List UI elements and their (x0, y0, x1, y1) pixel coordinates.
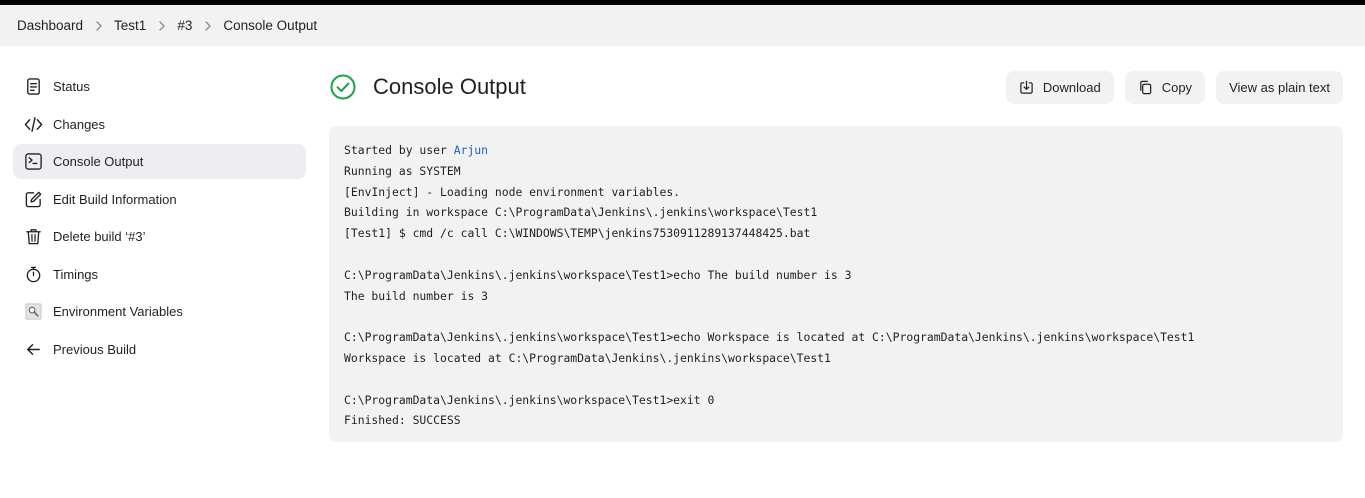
sidebar-item-label: Console Output (53, 154, 144, 169)
sidebar-item-status[interactable]: Status (13, 69, 306, 104)
copy-label: Copy (1161, 79, 1193, 95)
console-line: The build number is 3 (344, 288, 489, 303)
page-title: Console Output (373, 74, 526, 99)
sidebar-item-label: Edit Build Information (53, 191, 177, 207)
console-line: C:\ProgramData\Jenkins\.jenkins\workspac… (344, 330, 1195, 345)
code-icon (23, 114, 43, 134)
sidebar-item-changes[interactable]: Changes (13, 107, 306, 142)
console-line: C:\ProgramData\Jenkins\.jenkins\workspac… (344, 392, 715, 407)
magnifier-icon (23, 302, 43, 322)
console-line: [Test1] $ cmd /c call C:\WINDOWS\TEMP\je… (344, 226, 811, 241)
console-line: C:\ProgramData\Jenkins\.jenkins\workspac… (344, 267, 852, 282)
sidebar-item-label: Status (53, 79, 90, 94)
sidebar: Status Changes Console Output Edit Build… (13, 69, 306, 369)
console-output[interactable]: Started by user Arjun Running as SYSTEM … (329, 126, 1343, 442)
console-line: Building in workspace C:\ProgramData\Jen… (344, 205, 818, 220)
trash-icon (23, 227, 43, 247)
download-icon (1020, 80, 1033, 94)
breadcrumb-dashboard[interactable]: Dashboard (17, 18, 83, 33)
chevron-right-icon (83, 18, 114, 34)
sidebar-item-label: Environment Variables (53, 304, 183, 319)
chevron-right-icon (146, 18, 177, 34)
download-button[interactable]: Download (1005, 70, 1114, 104)
sidebar-item-label: Previous Build (53, 341, 137, 357)
console-line: Workspace is located at C:\ProgramData\J… (344, 350, 831, 365)
console-line: [EnvInject] - Loading node environment v… (344, 184, 681, 199)
sidebar-item-console-output[interactable]: Console Output (13, 144, 306, 179)
copy-icon (1139, 80, 1151, 94)
sidebar-item-timings[interactable]: Timings (13, 257, 306, 292)
sidebar-item-label: Timings (53, 266, 99, 282)
stopwatch-icon (23, 264, 43, 284)
console-line: Running as SYSTEM (344, 163, 461, 178)
arrow-left-icon (23, 339, 43, 359)
breadcrumb: Dashboard Test1 #3 Console Output (0, 5, 1365, 46)
download-label: Download (1042, 79, 1101, 95)
breadcrumb-job[interactable]: Test1 (114, 18, 146, 33)
console-line: Finished: SUCCESS (344, 413, 461, 428)
terminal-icon (23, 152, 43, 172)
chevron-right-icon (192, 18, 223, 34)
console-line: Started by user Arjun (344, 140, 1328, 161)
header-actions: Download Copy View as plain text (1005, 70, 1343, 104)
sidebar-item-environment-variables[interactable]: Environment Variables (13, 294, 306, 329)
breadcrumb-console-output[interactable]: Console Output (223, 18, 317, 33)
console-started-prefix: Started by user (344, 143, 454, 157)
success-check-icon (329, 73, 357, 101)
copy-button[interactable]: Copy (1124, 70, 1206, 104)
view-plain-text-label: View as plain text (1229, 79, 1330, 95)
sidebar-item-delete-build[interactable]: Delete build ‘#3’ (13, 219, 306, 254)
page-header: Console Output Download Copy View as pla… (329, 70, 1343, 104)
sidebar-item-label: Delete build ‘#3’ (53, 229, 146, 244)
breadcrumb-build[interactable]: #3 (177, 18, 192, 33)
view-plain-text-button[interactable]: View as plain text (1216, 70, 1343, 104)
status-icon (23, 77, 43, 97)
sidebar-item-edit-build-information[interactable]: Edit Build Information (13, 182, 306, 217)
sidebar-item-label: Changes (53, 116, 106, 132)
edit-icon (23, 189, 43, 209)
user-link[interactable]: Arjun (454, 143, 488, 157)
sidebar-item-previous-build[interactable]: Previous Build (13, 332, 306, 367)
